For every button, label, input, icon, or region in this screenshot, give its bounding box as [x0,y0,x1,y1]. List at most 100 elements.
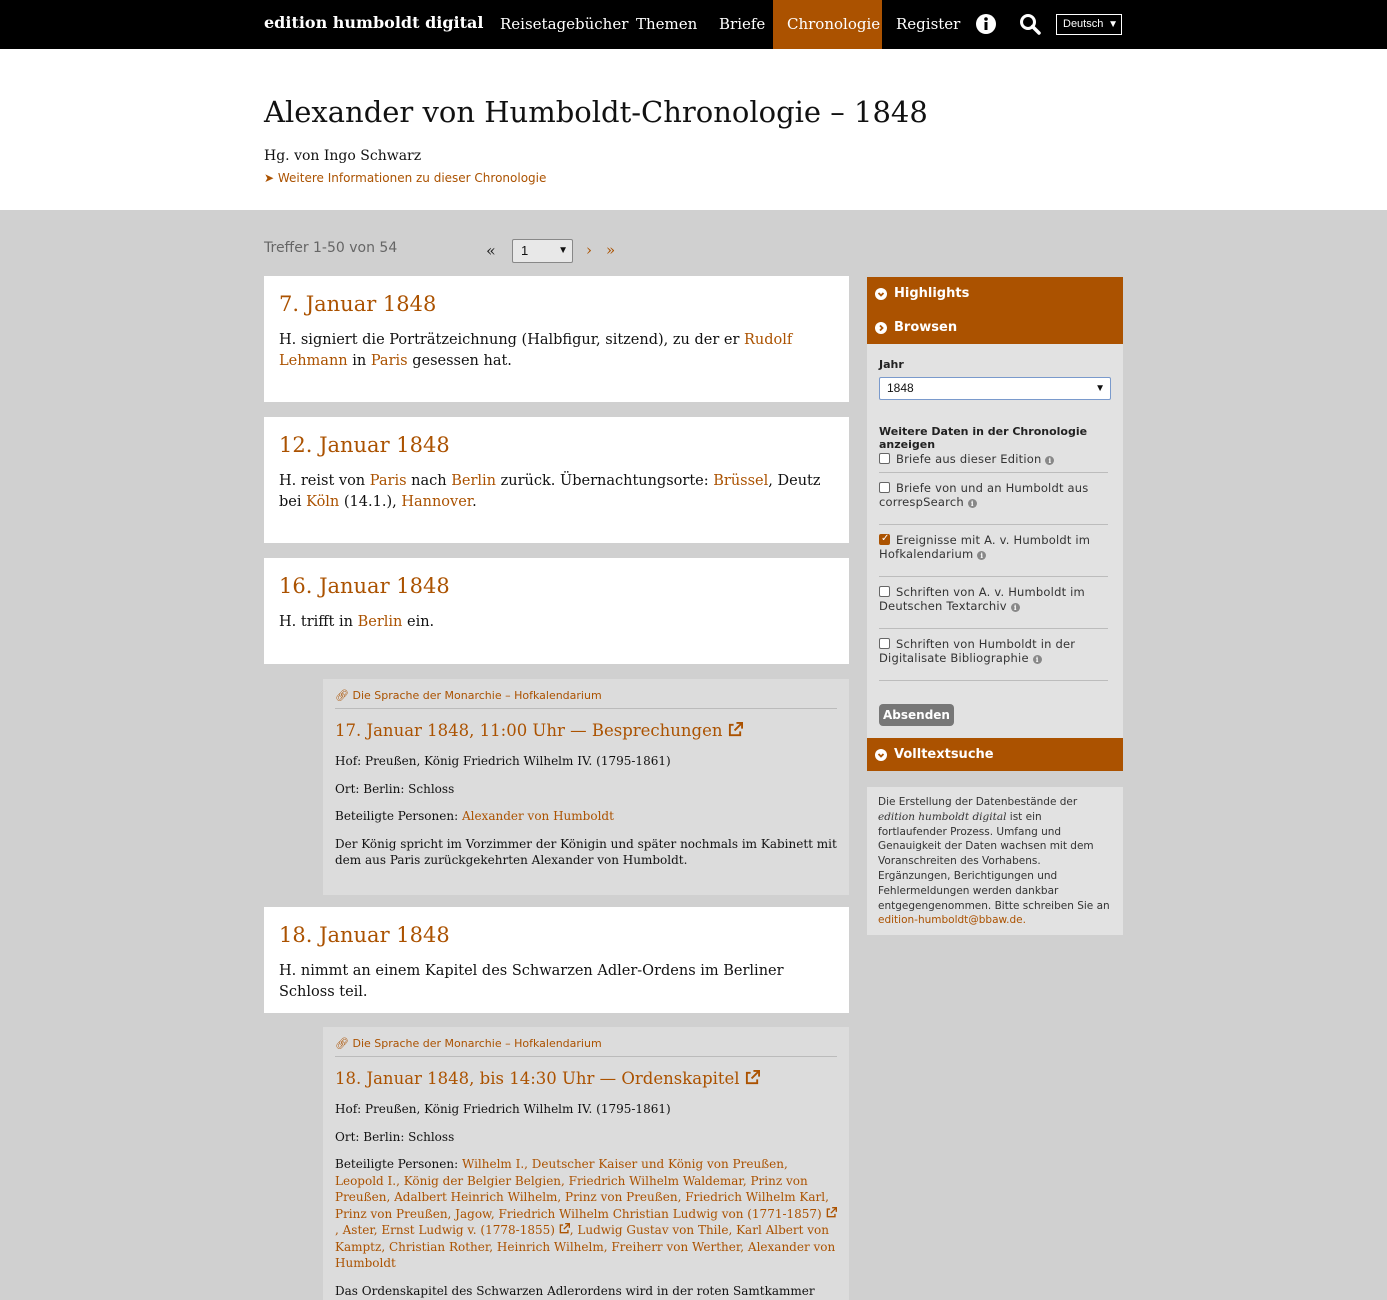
source-link[interactable]: 🔗︎ Die Sprache der Monarchie – Hofkalend… [335,689,837,709]
entry-text: H. trifft in Berlin ein. [279,614,435,630]
chronology-entry: 12. Januar 1848 H. reist von Paris nach … [264,417,849,543]
entry-date: 7. Januar 1848 [279,292,437,316]
divider [879,576,1108,577]
event-title-link[interactable]: 17. Januar 1848, 11:00 Uhr — Besprechung… [335,721,837,740]
entry-text: H. nimmt an einem Kapitel des Schwarzen … [279,963,784,1000]
more-data-label: Weitere Daten in der Chronologie anzeige… [879,425,1088,451]
hofkalendarium-entry: 🔗︎ Die Sprache der Monarchie – Hofkalend… [323,1027,849,1300]
external-link-icon[interactable] [826,1206,837,1218]
chevron-circle-icon [875,322,887,334]
event-description: Der König spricht im Vorzimmer der König… [335,836,837,868]
next-page-button[interactable]: › [586,241,592,259]
hofkalendarium-entry: 🔗︎ Die Sprache der Monarchie – Hofkalend… [323,679,849,895]
first-page-button[interactable]: « [486,241,496,260]
highlights-toggle[interactable]: Highlights [867,277,1123,311]
fulltext-search-label: Volltextsuche [894,747,994,762]
checkbox[interactable] [879,453,890,464]
place-link[interactable]: Hannover [401,494,472,510]
nav-item-chronologie[interactable]: Chronologie [773,0,882,49]
chronology-entry: 7. Januar 1848 H. signiert die Porträtze… [264,276,849,402]
info-icon[interactable]: i [1032,655,1042,664]
checkbox[interactable] [879,638,890,649]
place-link[interactable]: Brüssel [713,473,768,489]
checkbox-checked[interactable] [879,532,890,546]
submit-button[interactable]: Absenden [879,704,954,726]
court-line: Hof: Preußen, König Friedrich Wilhelm IV… [335,754,671,768]
page-select-value: 1 [521,243,529,258]
divider [879,472,1108,473]
entry-date: 18. Januar 1848 [279,923,450,947]
persons-line: Beteiligte Personen: Alexander von Humbo… [335,809,614,823]
entry-date: 16. Januar 1848 [279,574,450,598]
person-link[interactable]: Alexander von Humboldt [462,809,614,823]
divider [879,680,1108,681]
event-title-link[interactable]: 18. Januar 1848, bis 14:30 Uhr — Ordensk… [335,1069,837,1088]
place-link[interactable]: Paris [371,353,408,369]
persons-line: Beteiligte Personen: Wilhelm I., Deutsch… [335,1157,837,1270]
search-icon[interactable] [1019,13,1041,35]
browse-label: Browsen [894,320,958,335]
nav-item-briefe[interactable]: Briefe [705,0,779,49]
option-bibliographie[interactable]: Schriften von Humboldt in der Digitalisa… [879,637,1108,665]
place-link[interactable]: Köln [306,494,339,510]
arrow-circle-icon: ➤ [264,171,275,185]
entry-date: 12. Januar 1848 [279,433,450,457]
external-link-icon [728,722,743,737]
option-briefe-correspsearch[interactable]: Briefe von und an Humboldt aus correspSe… [879,481,1108,509]
chevron-down-icon: ▼ [1108,19,1118,30]
page-header: Alexander von Humboldt-Chronologie – 184… [0,49,1387,210]
info-icon[interactable]: i [1045,456,1055,465]
place-link[interactable]: Berlin [358,614,403,630]
highlights-label: Highlights [894,286,970,301]
info-icon[interactable]: i [967,499,977,508]
chevron-down-icon: ▼ [1095,383,1105,394]
fulltext-search-toggle[interactable]: Volltextsuche [867,738,1123,771]
year-select[interactable]: 1848 ▼ [879,377,1111,400]
year-select-value: 1848 [887,381,914,395]
email-link[interactable]: edition-humboldt@bbaw.de. [878,914,1026,926]
option-textarchiv[interactable]: Schriften von A. v. Humboldt im Deutsche… [879,585,1108,613]
hit-count: Treffer 1-50 von 54 [264,240,398,256]
link-icon: 🔗︎ [335,1037,349,1050]
info-icon[interactable]: i [977,551,987,560]
last-page-button[interactable]: » [606,241,615,259]
chevron-circle-icon [875,749,887,761]
language-value: Deutsch [1063,18,1104,30]
location-line: Ort: Berlin: Schloss [335,781,455,796]
more-info-label: Weitere Informationen zu dieser Chronolo… [277,171,547,185]
info-icon[interactable]: i [1010,603,1020,612]
event-description: Das Ordenskapitel des Schwarzen Adlerord… [335,1283,815,1298]
nav-item-themen[interactable]: Themen [622,0,711,49]
page-title: Alexander von Humboldt-Chronologie – 184… [264,95,928,129]
year-label: Jahr [879,358,904,371]
entry-text: H. reist von Paris nach Berlin zurück. Ü… [279,473,821,510]
option-hofkalendarium[interactable]: Ereignisse mit A. v. Humboldt im Hofkale… [879,532,1108,561]
nav-item-reisetagebuecher[interactable]: Reisetagebücher [486,0,642,49]
divider [879,628,1108,629]
chronology-entry: 16. Januar 1848 H. trifft in Berlin ein. [264,558,849,664]
browse-toggle[interactable]: Browsen [867,311,1123,344]
chevron-circle-icon [875,288,887,300]
page-select[interactable]: 1 ▼ [512,239,573,263]
info-icon[interactable] [975,13,997,35]
option-briefe-edition[interactable]: Briefe aus dieser Edition i [879,452,1108,466]
nav-item-register[interactable]: Register [882,0,974,49]
editor-line: Hg. von Ingo Schwarz [264,148,422,164]
site-brand[interactable]: edition humboldt digital [264,13,483,32]
divider [879,524,1108,525]
external-link-icon[interactable] [559,1223,570,1234]
external-link-icon [745,1070,760,1085]
place-link[interactable]: Paris [370,473,407,489]
language-select[interactable]: Deutsch ▼ [1056,14,1122,35]
place-link[interactable]: Berlin [451,473,496,489]
court-line: Hof: Preußen, König Friedrich Wilhelm IV… [335,1102,671,1116]
checkbox[interactable] [879,586,890,597]
source-link[interactable]: 🔗︎ Die Sprache der Monarchie – Hofkalend… [335,1037,837,1057]
more-info-link[interactable]: ➤ Weitere Informationen zu dieser Chrono… [264,171,546,185]
top-navigation: edition humboldt digital Reisetagebücher… [0,0,1387,49]
checkbox[interactable] [879,482,890,493]
chronology-entry: 18. Januar 1848 H. nimmt an einem Kapite… [264,907,849,1013]
person-links[interactable]: , Aster, Ernst Ludwig v. (1778-1855) [335,1223,555,1237]
entry-text: H. signiert die Porträtzeichnung (Halbfi… [279,332,793,369]
location-line: Ort: Berlin: Schloss [335,1129,455,1144]
